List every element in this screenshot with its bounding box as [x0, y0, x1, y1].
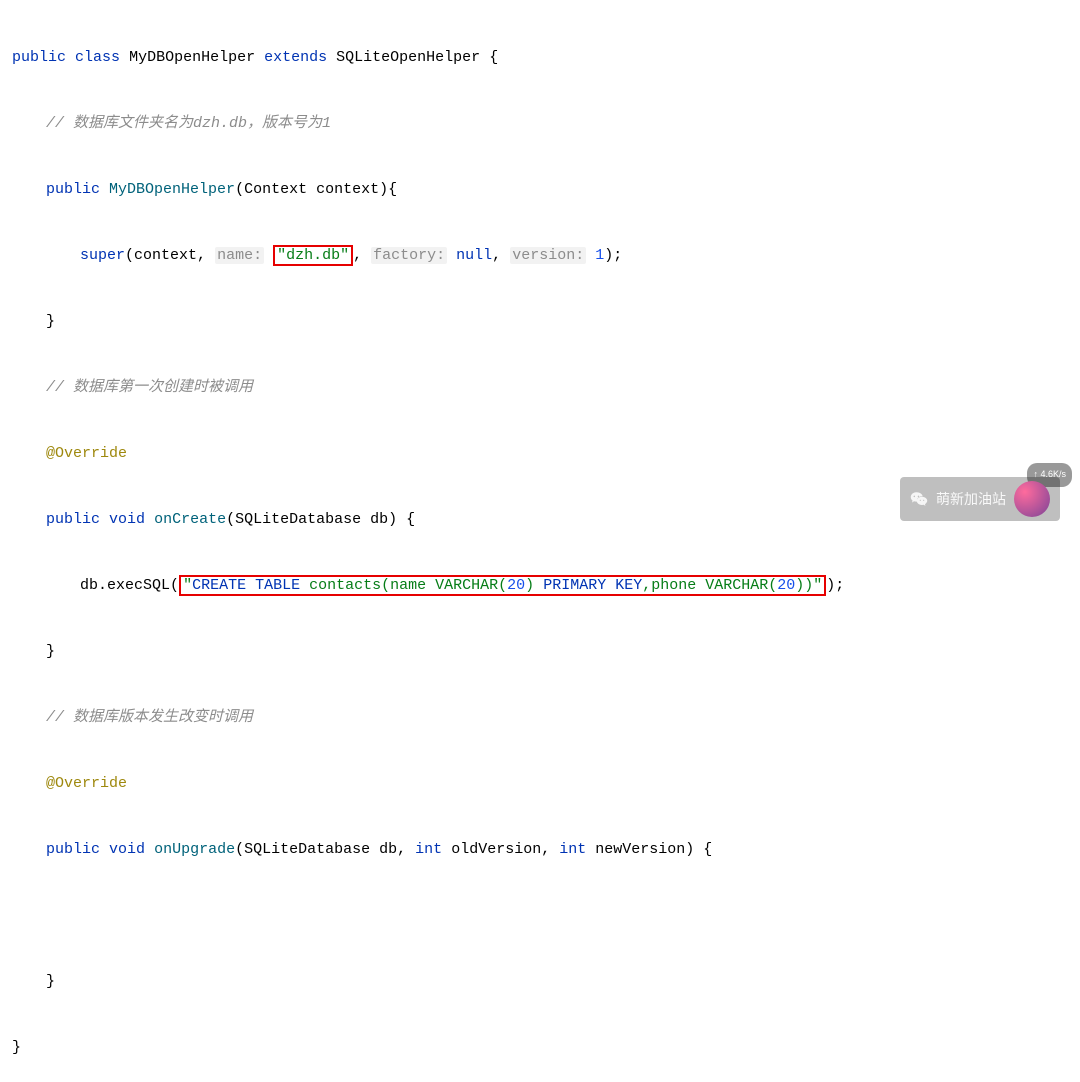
- wechat-icon: [910, 490, 928, 508]
- param-hint-version: version:: [510, 247, 586, 264]
- avatar-icon: [1014, 481, 1050, 517]
- keyword-int: int: [559, 841, 586, 858]
- number-literal: 1: [595, 247, 604, 264]
- param-name: context: [316, 181, 379, 198]
- arg-context: context: [134, 247, 197, 264]
- comment: // 数据库版本发生改变时调用: [46, 709, 253, 726]
- number-literal: 20: [777, 577, 795, 594]
- brace: }: [12, 1039, 21, 1056]
- code-line-7: @Override: [12, 437, 1068, 470]
- param-hint-name: name:: [215, 247, 264, 264]
- param-type: SQLiteDatabase: [244, 841, 370, 858]
- code-line-14: [12, 899, 1068, 932]
- param-name: oldVersion: [451, 841, 541, 858]
- param-name: db: [379, 841, 397, 858]
- code-line-2: // 数据库文件夹名为dzh.db，版本号为1: [12, 107, 1068, 140]
- class-name: MyDBOpenHelper: [129, 49, 255, 66]
- sql-keyword: PRIMARY KEY: [543, 577, 642, 594]
- code-line-13: public void onUpgrade(SQLiteDatabase db,…: [12, 833, 1068, 866]
- code-block: public class MyDBOpenHelper extends SQLi…: [0, 0, 1080, 1082]
- sql-text: )): [795, 577, 813, 594]
- code-line-15: }: [12, 965, 1068, 998]
- brace: }: [46, 643, 55, 660]
- string-literal: "dzh.db": [277, 247, 349, 264]
- param-type: Context: [244, 181, 307, 198]
- code-line-10: }: [12, 635, 1068, 668]
- param-type: SQLiteDatabase: [235, 511, 361, 528]
- method-name: onUpgrade: [154, 841, 235, 858]
- keyword-class: class: [75, 49, 120, 66]
- code-line-12: @Override: [12, 767, 1068, 800]
- comment: // 数据库第一次创建时被调用: [46, 379, 253, 396]
- super-name: SQLiteOpenHelper: [336, 49, 480, 66]
- method-call: execSQL: [107, 577, 170, 594]
- sql-keyword: CREATE TABLE: [192, 577, 300, 594]
- code-line-6: // 数据库第一次创建时被调用: [12, 371, 1068, 404]
- keyword-public: public: [46, 181, 100, 198]
- code-line-3: public MyDBOpenHelper(Context context){: [12, 173, 1068, 206]
- code-line-5: }: [12, 305, 1068, 338]
- code-line-11: // 数据库版本发生改变时调用: [12, 701, 1068, 734]
- number-literal: 20: [507, 577, 525, 594]
- keyword-int: int: [415, 841, 442, 858]
- annotation-override: @Override: [46, 445, 127, 462]
- brace: {: [703, 841, 712, 858]
- object: db: [80, 577, 98, 594]
- brace: {: [388, 181, 397, 198]
- code-line-16: }: [12, 1031, 1068, 1064]
- keyword-null: null: [456, 247, 492, 264]
- code-line-4: super(context, name: "dzh.db", factory: …: [12, 239, 1068, 272]
- brace: {: [406, 511, 415, 528]
- keyword-public: public: [12, 49, 66, 66]
- keyword-void: void: [109, 511, 145, 528]
- highlight-sql: "CREATE TABLE contacts(name VARCHAR(20) …: [179, 575, 826, 596]
- brace: }: [46, 973, 55, 990]
- brace: }: [46, 313, 55, 330]
- keyword-extends: extends: [264, 49, 327, 66]
- param-hint-factory: factory:: [371, 247, 447, 264]
- keyword-public: public: [46, 841, 100, 858]
- keyword-super: super: [80, 247, 125, 264]
- code-line-9: db.execSQL("CREATE TABLE contacts(name V…: [12, 569, 1068, 602]
- watermark: 萌新加油站: [900, 477, 1060, 521]
- annotation-override: @Override: [46, 775, 127, 792]
- sql-text: contacts(name VARCHAR(: [300, 577, 507, 594]
- code-line-1: public class MyDBOpenHelper extends SQLi…: [12, 41, 1068, 74]
- sql-text: ,phone VARCHAR(: [642, 577, 777, 594]
- keyword-public: public: [46, 511, 100, 528]
- constructor-name: MyDBOpenHelper: [109, 181, 235, 198]
- brace: {: [489, 49, 498, 66]
- watermark-text: 萌新加油站: [936, 484, 1006, 515]
- param-name: db: [370, 511, 388, 528]
- highlight-db-name: "dzh.db": [273, 245, 353, 266]
- keyword-void: void: [109, 841, 145, 858]
- method-name: onCreate: [154, 511, 226, 528]
- param-name: newVersion: [595, 841, 685, 858]
- string-literal: "CREATE TABLE contacts(name VARCHAR(20) …: [183, 577, 822, 594]
- comment: // 数据库文件夹名为dzh.db，版本号为1: [46, 115, 331, 132]
- sql-text: ): [525, 577, 543, 594]
